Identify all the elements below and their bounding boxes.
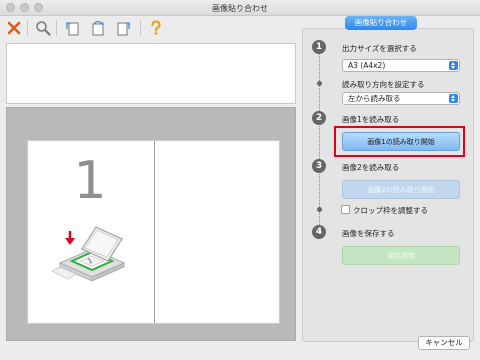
chevron-updown-icon [449, 94, 458, 103]
toolbar-divider [56, 20, 57, 36]
crop-frame-label: クロップ枠を調整する [353, 206, 428, 215]
scan-direction-label: 読み取り方向を設定する [342, 80, 425, 89]
step-4-label: 画像を保存する [342, 229, 395, 238]
delete-icon[interactable] [4, 19, 24, 37]
crop-frame-checkbox[interactable] [341, 205, 350, 214]
toolbar-divider [27, 20, 28, 36]
scan-image-2-button[interactable]: 画像2の読み取り開始 [342, 180, 460, 199]
rotate-right-icon[interactable] [114, 19, 134, 37]
rotate-180-icon[interactable] [88, 19, 108, 37]
scanner-icon: 1 [52, 226, 126, 281]
title-bar: 画像貼り合わせ [0, 0, 480, 16]
cancel-button[interactable]: キャンセル [418, 336, 470, 350]
page-divider [154, 141, 155, 323]
substep-dot [317, 207, 322, 212]
step-2-label: 画像1を読み取る [342, 115, 400, 124]
app-window: 画像貼り合わせ 1 1 画像貼り合わせ 1 出力サイズを選択する A3 (A4x… [0, 0, 480, 360]
preview-page: 1 1 [27, 140, 280, 324]
page-number: 1 [73, 151, 107, 211]
step-4-badge: 4 [312, 225, 326, 239]
step-2-badge: 2 [312, 111, 326, 125]
scan-direction-value: 左から読み取る [348, 94, 401, 103]
window-title: 画像貼り合わせ [212, 4, 268, 13]
substep-dot [317, 81, 322, 86]
zoom-icon[interactable] [33, 19, 53, 37]
step-1-badge: 1 [312, 40, 326, 54]
preview-area[interactable]: 1 1 [6, 107, 296, 341]
save-start-button[interactable]: 保存開始 [342, 246, 460, 265]
scan-direction-select[interactable]: 左から読み取る [342, 92, 460, 105]
tab-image-stitching[interactable]: 画像貼り合わせ [345, 16, 417, 30]
help-icon[interactable] [146, 19, 166, 37]
step-1-label: 出力サイズを選択する [342, 44, 417, 53]
chevron-updown-icon [449, 61, 458, 70]
output-size-select[interactable]: A3 (A4x2) [342, 59, 460, 72]
toolbar [0, 16, 300, 40]
step-3-label: 画像2を読み取る [342, 163, 400, 172]
highlight-frame [334, 126, 465, 157]
output-size-value: A3 (A4x2) [348, 61, 386, 70]
step-3-badge: 3 [312, 159, 326, 173]
thumbnail-area[interactable] [6, 43, 296, 104]
rotate-left-icon[interactable] [62, 19, 82, 37]
toolbar-divider [140, 20, 141, 36]
